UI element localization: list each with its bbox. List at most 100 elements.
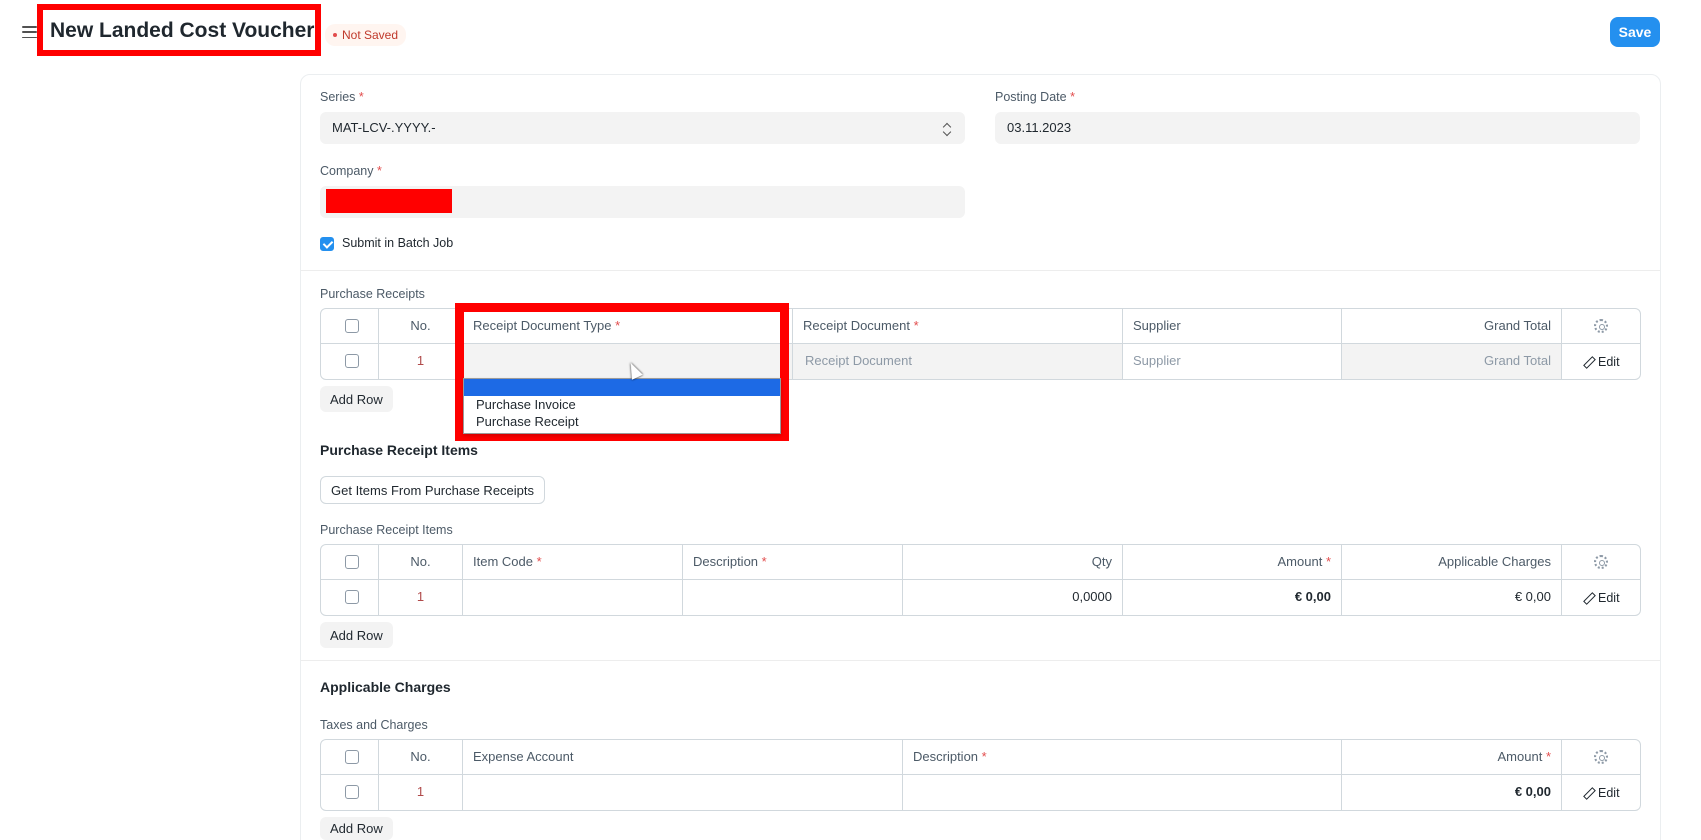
row-edit-button[interactable]: Edit [1583, 355, 1620, 369]
row-checkbox[interactable] [345, 354, 359, 368]
description-cell[interactable] [903, 775, 1342, 810]
page-header: New Landed Cost Voucher Not Saved Save [0, 0, 1701, 64]
col-description: Description * [903, 740, 1342, 774]
page-title: New Landed Cost Voucher [50, 19, 315, 42]
series-value: MAT-LCV-.YYYY.- [332, 120, 436, 135]
taxes-and-charges-label: Taxes and Charges [320, 718, 428, 732]
edit-label: Edit [1598, 355, 1620, 369]
taxes-and-charges-table: No. Expense Account Description * Amount… [320, 739, 1641, 811]
table-header-row: No. Item Code * Description * Qty Amount… [321, 545, 1640, 580]
batch-job-label: Submit in Batch Job [342, 236, 454, 250]
gear-icon[interactable] [1594, 319, 1608, 333]
required-mark: * [1070, 90, 1075, 104]
posting-date-label: Posting Date * [995, 90, 1075, 104]
applicable-charges-title: Applicable Charges [320, 679, 451, 695]
pencil-icon [1583, 788, 1593, 798]
posting-date-label-text: Posting Date [995, 90, 1067, 104]
company-label-text: Company [320, 164, 374, 178]
col-amount: Amount * [1342, 740, 1562, 774]
item-code-cell[interactable] [463, 580, 683, 615]
posting-date-value: 03.11.2023 [1007, 120, 1072, 135]
grand-total-cell: Grand Total [1342, 344, 1562, 379]
col-qty: Qty [903, 545, 1123, 579]
col-no: No. [379, 740, 463, 774]
col-description-text: Description [913, 749, 979, 764]
redaction-block [326, 189, 452, 213]
series-label-text: Series [320, 90, 356, 104]
col-description: Description * [683, 545, 903, 579]
chevron-updown-icon [942, 120, 952, 137]
receipt-document-input[interactable]: Receipt Document [793, 344, 1123, 379]
amount-cell[interactable]: € 0,00 [1123, 580, 1342, 615]
col-no: No. [379, 545, 463, 579]
col-amount-text: Amount [1497, 749, 1543, 764]
table-row[interactable]: 1 0,0000 € 0,00 € 0,00 Edit [321, 580, 1640, 615]
row-checkbox[interactable] [345, 785, 359, 799]
select-all-checkbox[interactable] [345, 555, 359, 569]
row-checkbox[interactable] [345, 590, 359, 604]
required-mark: * [536, 554, 542, 569]
section-divider [301, 660, 1660, 661]
row-edit-button[interactable]: Edit [1583, 786, 1620, 800]
add-row-button[interactable]: Add Row [320, 622, 393, 648]
table-row[interactable]: 1 € 0,00 Edit [321, 775, 1640, 810]
dropdown-option-purchase-receipt[interactable]: Purchase Receipt [464, 413, 780, 430]
required-mark: * [376, 164, 382, 178]
posting-date-field[interactable]: 03.11.2023 [995, 112, 1640, 144]
amount-cell[interactable]: € 0,00 [1342, 775, 1562, 810]
col-amount: Amount * [1123, 545, 1342, 579]
status-text: Not Saved [342, 28, 399, 42]
section-divider [301, 270, 1660, 271]
add-row-button[interactable]: Add Row [320, 817, 393, 840]
description-cell[interactable] [683, 580, 903, 615]
receipt-document-type-dropdown[interactable]: Purchase Invoice Purchase Receipt [463, 378, 781, 434]
col-receipt-document: Receipt Document * [793, 309, 1123, 343]
col-receipt-document-text: Receipt Document [803, 318, 910, 333]
batch-job-checkbox[interactable] [320, 237, 334, 251]
row-select-cell [321, 580, 379, 615]
hamburger-icon[interactable] [22, 26, 37, 38]
gear-icon[interactable] [1594, 555, 1608, 569]
status-dot-icon [333, 32, 337, 37]
col-no: No. [379, 309, 463, 343]
row-edit-button[interactable]: Edit [1583, 591, 1620, 605]
expense-account-cell[interactable] [463, 775, 903, 810]
row-select-cell [321, 344, 379, 379]
col-supplier: Supplier [1123, 309, 1342, 343]
required-mark: * [1545, 749, 1551, 764]
col-item-code-text: Item Code [473, 554, 533, 569]
pencil-icon [1583, 357, 1593, 367]
company-label: Company * [320, 164, 382, 178]
col-description-text: Description [693, 554, 759, 569]
purchase-receipt-items-label: Purchase Receipt Items [320, 523, 453, 537]
row-number: 1 [379, 775, 463, 810]
table-header-row: No. Expense Account Description * Amount… [321, 740, 1640, 775]
add-row-button[interactable]: Add Row [320, 386, 393, 412]
select-all-checkbox[interactable] [345, 319, 359, 333]
pencil-icon [1583, 593, 1593, 603]
dropdown-option-empty[interactable] [464, 379, 780, 396]
col-item-code: Item Code * [463, 545, 683, 579]
save-button[interactable]: Save [1610, 17, 1660, 47]
get-items-button[interactable]: Get Items From Purchase Receipts [320, 476, 546, 504]
required-mark: * [981, 749, 987, 764]
row-select-cell [321, 775, 379, 810]
required-mark: * [358, 90, 364, 104]
purchase-receipt-items-table: No. Item Code * Description * Qty Amount… [320, 544, 1641, 616]
applicable-charges-cell[interactable]: € 0,00 [1342, 580, 1562, 615]
select-all-cell [321, 740, 379, 774]
col-grand-total: Grand Total [1342, 309, 1562, 343]
status-badge: Not Saved [325, 24, 407, 46]
edit-label: Edit [1598, 591, 1620, 605]
dropdown-option-purchase-invoice[interactable]: Purchase Invoice [464, 396, 780, 413]
purchase-receipt-items-title: Purchase Receipt Items [320, 442, 478, 458]
required-mark: * [913, 318, 919, 333]
select-all-cell [321, 545, 379, 579]
row-number: 1 [379, 344, 463, 379]
series-select[interactable]: MAT-LCV-.YYYY.- [320, 112, 965, 144]
qty-cell[interactable]: 0,0000 [903, 580, 1123, 615]
edit-label: Edit [1598, 786, 1620, 800]
gear-icon[interactable] [1594, 750, 1608, 764]
row-number: 1 [379, 580, 463, 615]
select-all-checkbox[interactable] [345, 750, 359, 764]
